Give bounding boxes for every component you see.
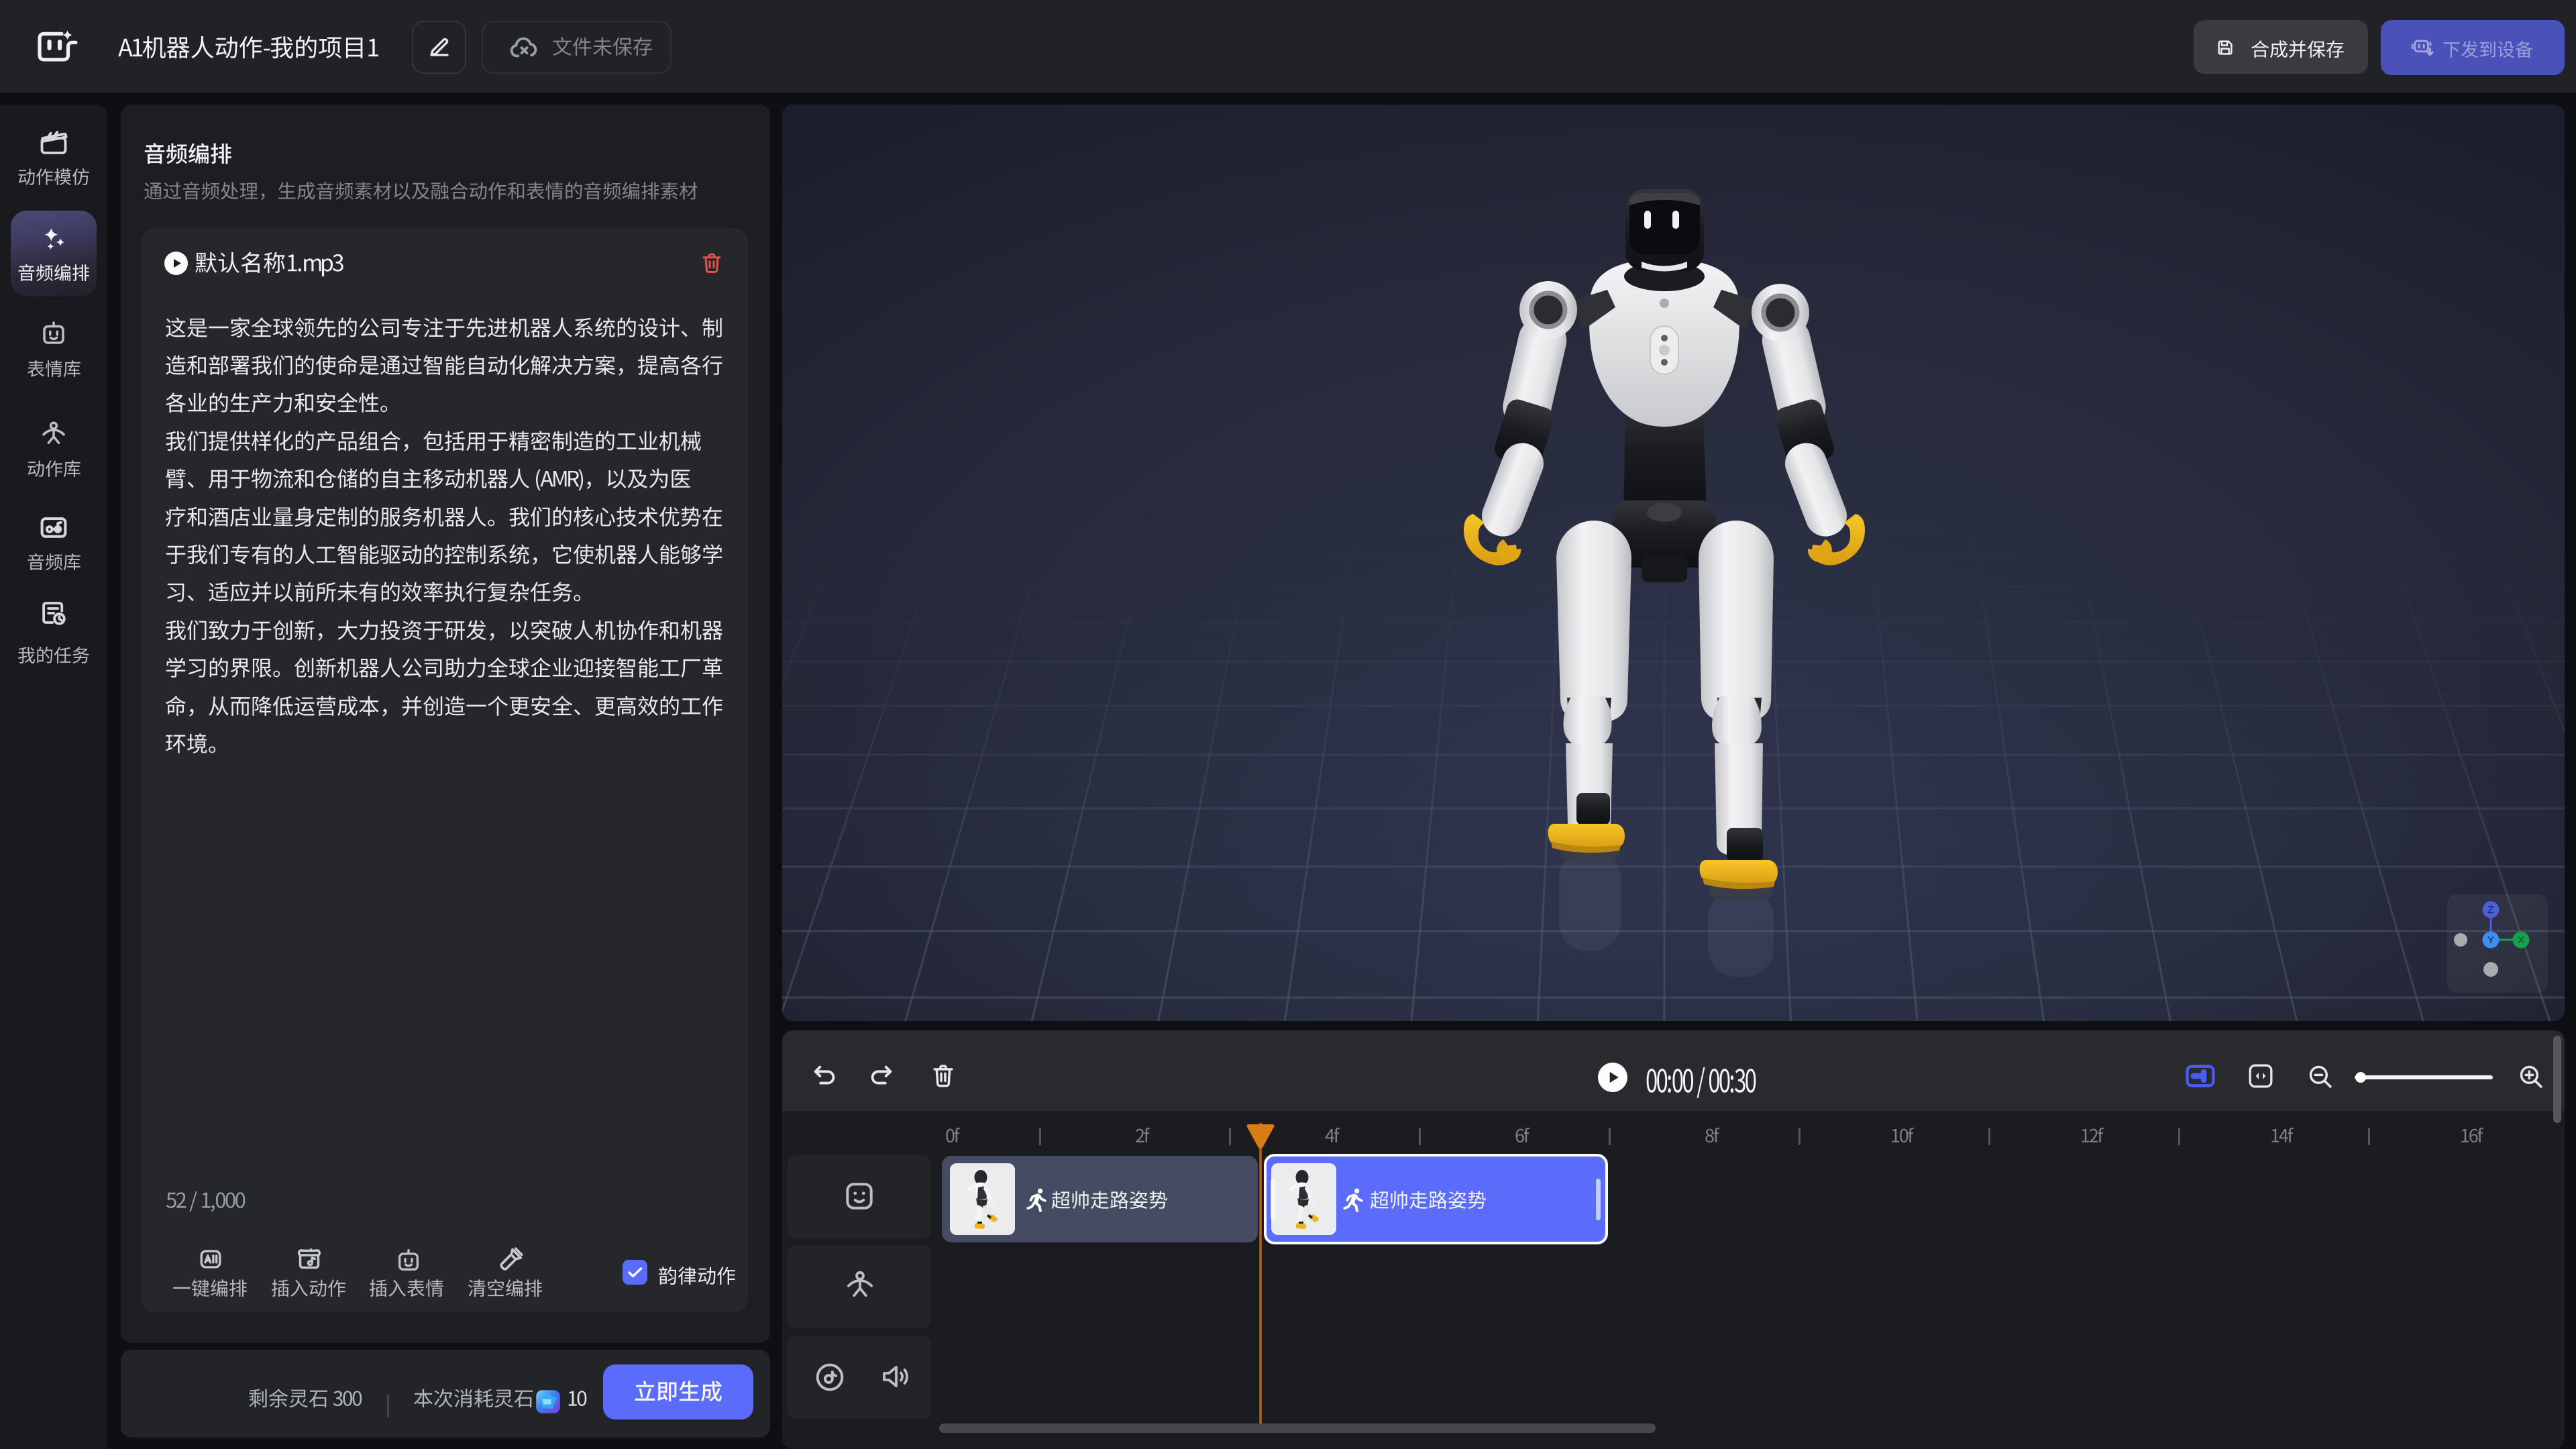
svg-text:Z: Z [2487, 904, 2493, 916]
svg-text:X: X [2518, 934, 2524, 946]
svg-text:Y: Y [2487, 934, 2494, 946]
